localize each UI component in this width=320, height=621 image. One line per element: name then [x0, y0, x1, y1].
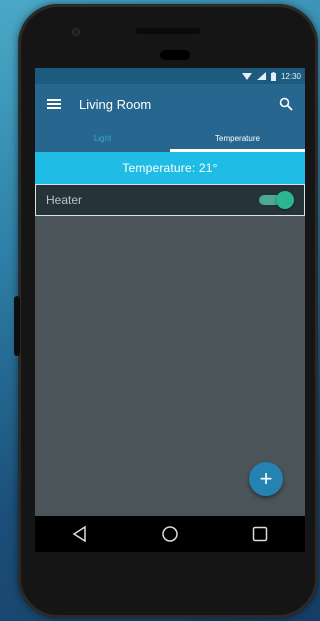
- app-screen: 12:30 Living Room Light Temperature Temp…: [35, 68, 305, 516]
- home-button[interactable]: [159, 523, 181, 545]
- status-bar: 12:30: [35, 68, 305, 84]
- battery-icon: [270, 71, 276, 81]
- status-time: 12:30: [280, 71, 301, 81]
- tab-temperature-label: Temperature: [215, 133, 260, 143]
- tab-light[interactable]: Light: [35, 124, 170, 152]
- home-icon: [162, 526, 178, 542]
- recents-button[interactable]: [249, 523, 271, 545]
- device-row-heater[interactable]: Heater: [35, 184, 305, 216]
- page-title: Living Room: [79, 96, 152, 112]
- wifi-icon: [241, 73, 252, 80]
- proximity-sensor: [160, 50, 190, 60]
- signal-icon: [256, 72, 266, 80]
- tab-bar: Light Temperature: [35, 124, 305, 152]
- tab-indicator: [170, 149, 305, 152]
- temperature-banner: Temperature: 21°: [35, 152, 305, 184]
- tab-light-label: Light: [93, 133, 112, 143]
- heater-toggle[interactable]: [256, 191, 294, 209]
- search-icon[interactable]: [279, 97, 293, 111]
- back-button[interactable]: [69, 523, 91, 545]
- side-button[interactable]: [14, 296, 20, 356]
- system-nav-bar: [35, 516, 305, 552]
- menu-icon[interactable]: [47, 99, 61, 109]
- back-icon: [72, 525, 86, 543]
- add-icon: +: [259, 466, 273, 491]
- temperature-readout: Temperature: 21°: [122, 161, 218, 175]
- device-label: Heater: [46, 193, 83, 207]
- add-button[interactable]: +: [249, 462, 283, 496]
- tab-temperature[interactable]: Temperature: [170, 124, 305, 152]
- app-bar: Living Room: [35, 84, 305, 124]
- recents-icon: [252, 526, 268, 542]
- earpiece-speaker: [136, 28, 200, 34]
- front-camera: [72, 28, 80, 36]
- toggle-thumb: [276, 191, 294, 209]
